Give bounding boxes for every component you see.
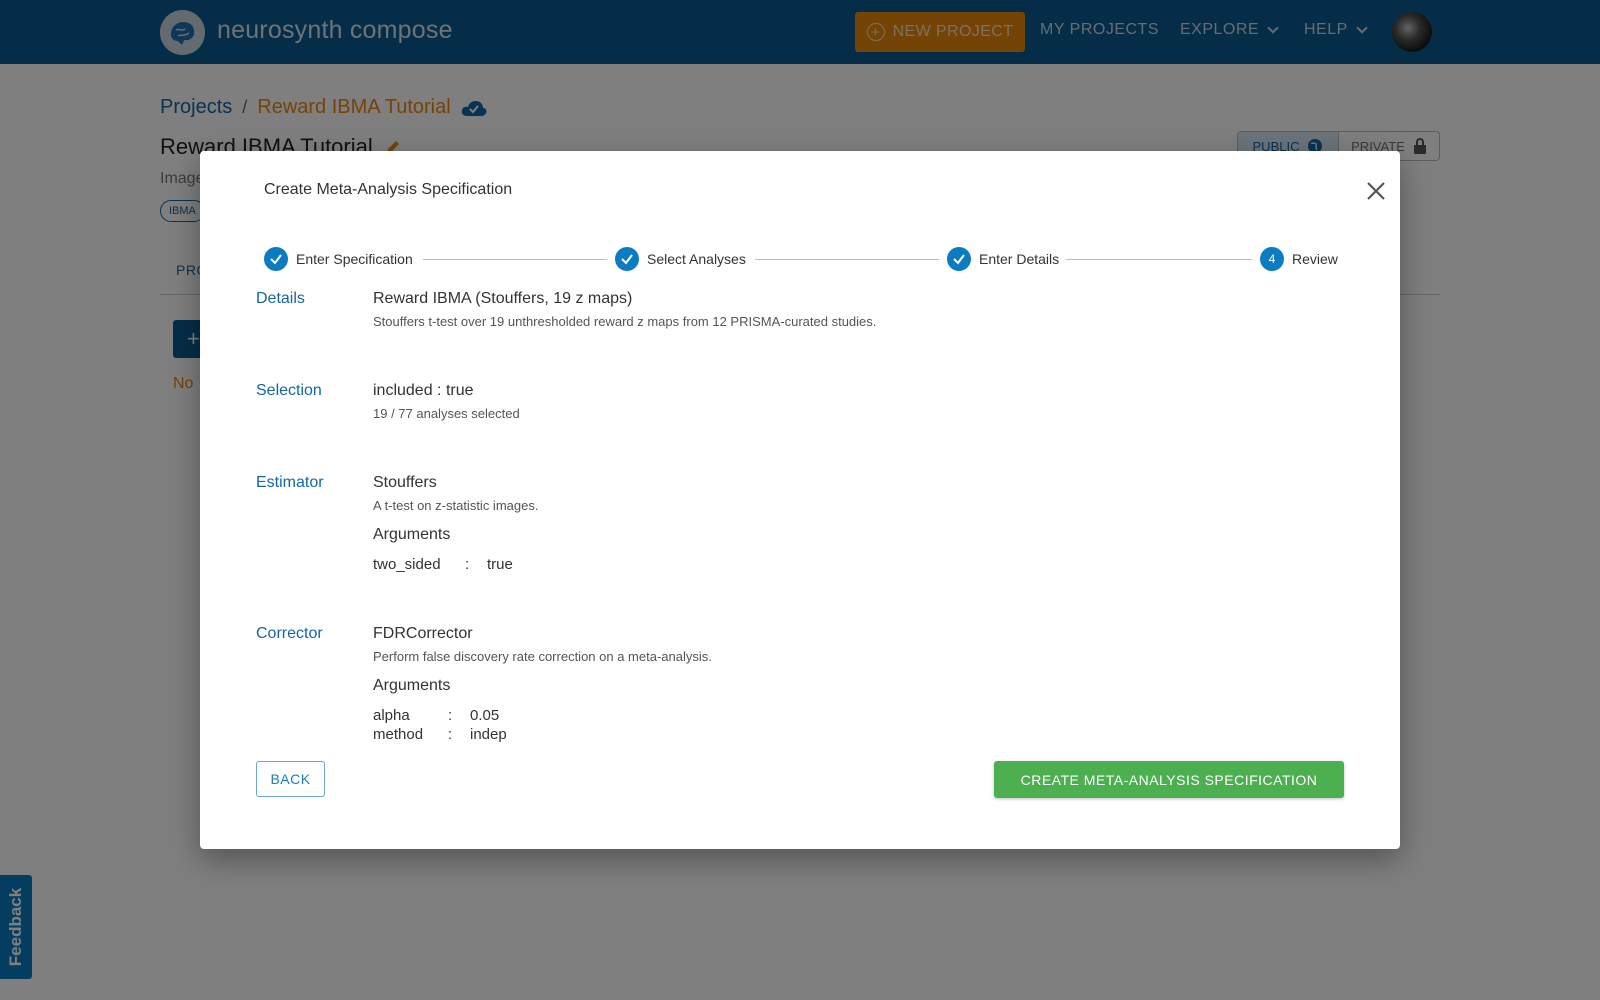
stepper-connector — [423, 259, 607, 260]
argument-key: two_sided — [373, 556, 441, 573]
check-circle-icon — [947, 247, 971, 271]
step-label: Select Analyses — [647, 251, 746, 267]
dialog-title: Create Meta-Analysis Specification — [264, 181, 513, 198]
argument-separator: : — [448, 707, 453, 724]
stepper-connector — [1066, 259, 1252, 260]
create-spec-dialog: Create Meta-Analysis Specification Enter… — [200, 151, 1400, 849]
estimator-argument-row: two_sided: true — [373, 556, 513, 573]
step-label: Enter Specification — [296, 251, 413, 267]
step-label: Review — [1292, 251, 1338, 267]
step-select-analyses: Select Analyses — [615, 247, 746, 271]
back-button[interactable]: BACK — [256, 761, 325, 797]
step-review: 4 Review — [1260, 247, 1338, 271]
argument-key: method — [373, 726, 424, 743]
step-enter-specification: Enter Specification — [264, 247, 413, 271]
argument-value: indep — [470, 726, 507, 743]
argument-separator: : — [465, 556, 470, 573]
argument-separator: : — [448, 726, 453, 743]
details-description: Stouffers t-test over 19 unthresholded r… — [373, 314, 877, 329]
stepper-connector — [755, 259, 939, 260]
create-meta-analysis-button[interactable]: CREATE META-ANALYSIS SPECIFICATION — [994, 761, 1344, 798]
estimator-name: Stouffers — [373, 474, 437, 491]
estimator-heading: Estimator — [256, 474, 324, 491]
close-icon[interactable] — [1364, 179, 1388, 203]
step-enter-details: Enter Details — [947, 247, 1059, 271]
check-circle-icon — [264, 247, 288, 271]
argument-key: alpha — [373, 707, 410, 724]
argument-value: 0.05 — [470, 707, 500, 724]
corrector-description: Perform false discovery rate correction … — [373, 649, 712, 664]
step-label: Enter Details — [979, 251, 1060, 267]
details-heading: Details — [256, 290, 305, 307]
selection-count: 19 / 77 analyses selected — [373, 406, 520, 421]
selection-heading: Selection — [256, 382, 322, 399]
selection-filter: included : true — [373, 382, 474, 399]
corrector-argument-row: alpha:0.05 — [373, 707, 499, 724]
corrector-name: FDRCorrector — [373, 625, 473, 642]
estimator-arguments-heading: Arguments — [373, 526, 451, 543]
check-circle-icon — [615, 247, 639, 271]
corrector-arguments-heading: Arguments — [373, 677, 451, 694]
argument-value: true — [487, 556, 513, 573]
details-name: Reward IBMA (Stouffers, 19 z maps) — [373, 290, 633, 307]
estimator-description: A t-test on z-statistic images. — [373, 498, 539, 513]
step-number-badge: 4 — [1260, 247, 1284, 271]
corrector-heading: Corrector — [256, 625, 323, 642]
corrector-argument-row: method: indep — [373, 726, 507, 743]
